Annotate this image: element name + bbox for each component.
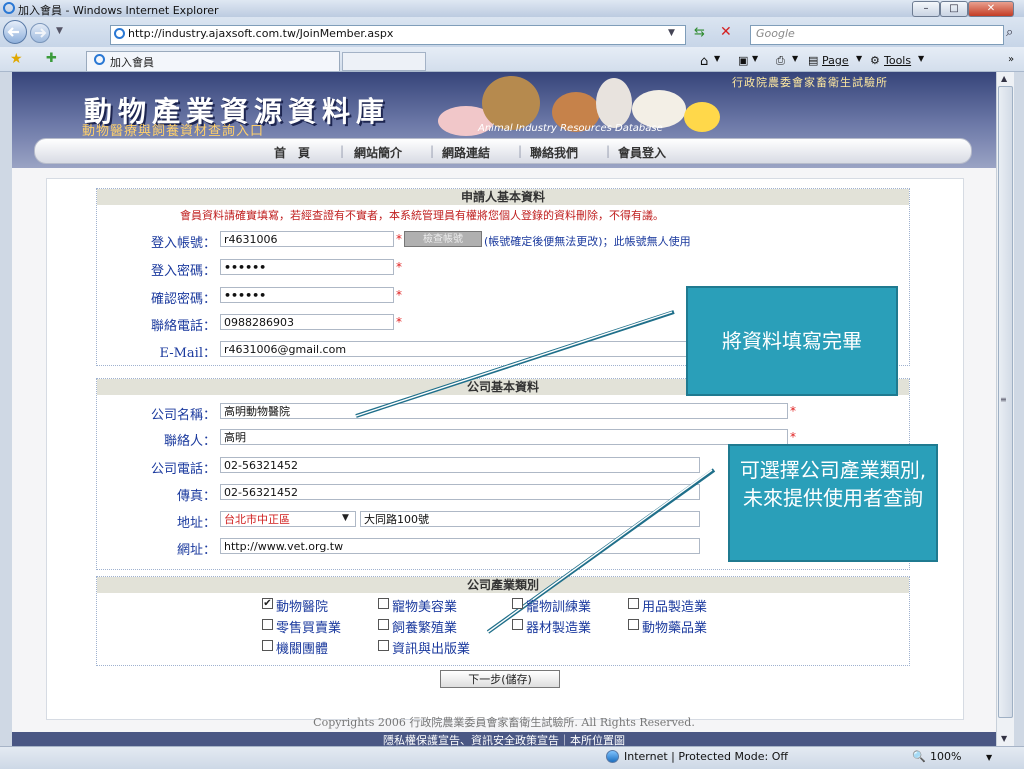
gear-icon: ⚙ — [870, 54, 880, 67]
industry-option-label[interactable]: 動物醫院 — [276, 596, 328, 615]
scroll-down-icon[interactable]: ▼ — [1001, 734, 1007, 743]
stop-icon[interactable]: ✕ — [720, 24, 732, 40]
page-icon — [114, 28, 125, 39]
industry-checkbox[interactable] — [378, 640, 389, 651]
check-icon: ✔ — [263, 598, 272, 609]
tools-menu-dropdown-icon[interactable]: ▼ — [918, 54, 924, 63]
refresh-icon[interactable]: ⇆ — [694, 25, 705, 40]
new-tab-button[interactable] — [342, 52, 426, 71]
security-zone[interactable]: Internet | Protected Mode: Off — [624, 750, 788, 763]
tools-menu[interactable]: Tools — [884, 54, 911, 67]
add-favorites-icon[interactable]: ✚ — [46, 51, 57, 66]
forward-button[interactable] — [30, 23, 50, 43]
page-menu[interactable]: Page — [822, 54, 849, 67]
industry-checkbox[interactable] — [262, 619, 273, 630]
annotation-arrows — [355, 310, 716, 634]
feeds-dropdown-icon[interactable]: ▼ — [752, 54, 758, 63]
window-title-bar: 加入會員 - Windows Internet Explorer – □ ✕ — [0, 0, 1024, 17]
window-title: 加入會員 - Windows Internet Explorer — [18, 4, 219, 17]
industry-option-label[interactable]: 寵物美容業 — [392, 596, 457, 615]
page-menu-icon: ▤ — [808, 54, 819, 67]
industry-option-label[interactable]: 寵物訓練業 — [526, 596, 591, 615]
arrow-highlight — [355, 311, 673, 417]
scroll-grip-icon: ≡ — [1000, 395, 1007, 404]
print-icon[interactable]: ⎙ — [776, 54, 785, 68]
back-arrow-icon — [7, 27, 19, 37]
home-dropdown-icon[interactable]: ▼ — [714, 54, 720, 63]
forward-arrow-icon — [35, 28, 47, 38]
home-icon[interactable]: ⌂ — [700, 54, 708, 69]
maximize-button[interactable]: □ — [940, 1, 968, 17]
address-url[interactable]: http://industry.ajaxsoft.com.tw/JoinMemb… — [128, 27, 393, 40]
industry-option-label[interactable]: 動物藥品業 — [642, 617, 707, 636]
industry-option-label[interactable]: 器材製造業 — [526, 617, 591, 636]
industry-option-label[interactable]: 用品製造業 — [642, 596, 707, 615]
page-menu-dropdown-icon[interactable]: ▼ — [856, 54, 862, 63]
industry-checkbox[interactable] — [262, 640, 273, 651]
industry-option-label[interactable]: 零售買賣業 — [276, 617, 341, 636]
scroll-up-icon[interactable]: ▲ — [1001, 74, 1007, 83]
tab-page-icon — [94, 54, 105, 65]
industry-checkbox-checked[interactable]: ✔ — [262, 598, 273, 609]
industry-option-label[interactable]: 機關團體 — [276, 638, 328, 657]
chevron-more-icon[interactable]: » — [1008, 54, 1014, 65]
search-placeholder: Google — [756, 27, 795, 40]
ie-logo-icon — [3, 2, 15, 14]
industry-checkbox[interactable] — [512, 619, 523, 630]
zoom-icon: 🔍 — [912, 750, 926, 763]
favorites-star-icon[interactable]: ★ — [10, 51, 23, 67]
page-viewport: 行政院農委會家畜衛生試驗所 動物產業資源資料庫 動物醫療與飼養資材查詢入口 An… — [12, 72, 996, 746]
zoom-level[interactable]: 100% — [930, 750, 961, 763]
industry-option-label[interactable]: 資訊與出版業 — [392, 638, 470, 657]
print-dropdown-icon[interactable]: ▼ — [792, 54, 798, 63]
industry-checkbox[interactable] — [628, 598, 639, 609]
industry-checkbox[interactable] — [628, 619, 639, 630]
feeds-icon[interactable]: ▣ — [738, 54, 748, 67]
history-dropdown-icon[interactable]: ▼ — [56, 26, 63, 36]
internet-zone-icon — [606, 750, 619, 763]
industry-option-label[interactable]: 飼養繁殖業 — [392, 617, 457, 636]
address-dropdown-icon[interactable]: ▼ — [668, 28, 675, 38]
minimize-button[interactable]: – — [912, 1, 940, 17]
callout-industry-category: 可選擇公司產業類別,未來提供使用者查詢 — [728, 444, 938, 562]
industry-checkbox[interactable] — [512, 598, 523, 609]
search-icon[interactable]: ⌕ — [1006, 25, 1013, 40]
industry-checkbox[interactable] — [378, 598, 389, 609]
callout-fill-complete: 將資料填寫完畢 — [686, 286, 898, 396]
close-button[interactable]: ✕ — [968, 1, 1014, 17]
zoom-dropdown-icon[interactable]: ▼ — [986, 753, 992, 762]
tab-label: 加入會員 — [110, 56, 154, 69]
industry-checkbox[interactable] — [378, 619, 389, 630]
back-button[interactable] — [3, 20, 27, 44]
status-bar — [0, 746, 1024, 769]
